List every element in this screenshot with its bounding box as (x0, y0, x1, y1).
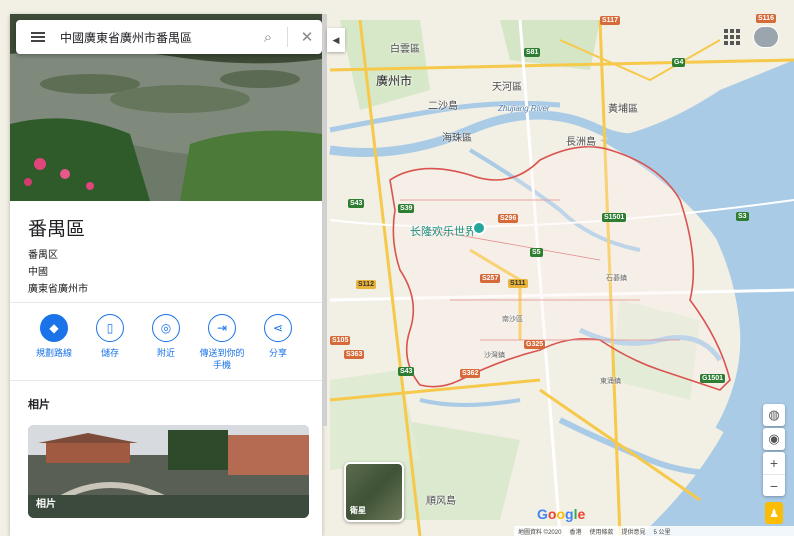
map-footer: 地圖資料 ©2020 香港 使用條款 提供意見 5 公里 (514, 526, 794, 536)
road-badge: S81 (524, 48, 541, 57)
zoom-in-button[interactable]: + (763, 452, 785, 474)
action-bar: ◆ 規劃路線 ▯ 儲存 ◎ 附近 ⇥ 傳送到你的 手機 ⋖ 分享 (10, 314, 322, 380)
region-link[interactable]: 香港 (569, 527, 581, 536)
send-to-phone-label: 傳送到你的 手機 (199, 348, 245, 370)
send-to-phone-button[interactable]: ⇥ 傳送到你的 手機 (192, 314, 252, 371)
apps-grid-icon[interactable] (721, 26, 741, 46)
nearby-icon: ◎ (152, 314, 180, 342)
map-label-tianhe: 天河區 (492, 82, 522, 93)
globe-icon[interactable]: ◍ (763, 404, 785, 426)
road-badge: S3 (736, 212, 749, 221)
road-badge: S111 (508, 279, 528, 288)
divider (10, 302, 322, 303)
road-badge: G325 (524, 340, 546, 349)
photo-card[interactable]: 相片 (28, 425, 309, 518)
road-badge: G4 (672, 58, 686, 67)
terms-link[interactable]: 使用條款 (589, 527, 613, 536)
map-label-huangpu: 黃埔區 (608, 104, 638, 115)
road-badge: S39 (398, 204, 415, 213)
satellite-toggle[interactable]: 衛星 (344, 462, 404, 522)
send-to-phone-icon: ⇥ (208, 314, 236, 342)
road-badge: S1501 (602, 213, 627, 222)
photos-heading: 相片 (28, 399, 50, 411)
road-badge: S362 (460, 369, 481, 378)
nearby-button[interactable]: ◎ 附近 (136, 314, 196, 359)
road-badge: S117 (600, 16, 620, 25)
road-badge: S363 (344, 350, 365, 359)
nearby-label: 附近 (156, 348, 175, 358)
road-badge: S116 (756, 14, 776, 23)
close-icon[interactable]: ✕ (292, 20, 322, 54)
satellite-label: 衛星 (350, 506, 366, 515)
map-label-changzhou: 長洲島 (566, 137, 596, 148)
share-button[interactable]: ⋖ 分享 (248, 314, 308, 359)
search-divider (287, 27, 288, 47)
map-label-ersha: 二沙島 (428, 101, 458, 112)
save-label: 儲存 (100, 348, 119, 358)
directions-button[interactable]: ◆ 規劃路線 (24, 314, 84, 359)
bookmark-icon: ▯ (96, 314, 124, 342)
map-label-baiyun: 白雲區 (390, 44, 420, 55)
poi-label[interactable]: 长隆欢乐世界 (410, 223, 476, 239)
map-label-haizhu: 海珠區 (442, 133, 472, 144)
search-input[interactable]: 中國廣東省廣州市番禺區 (60, 29, 253, 46)
map-label-city: 廣州市 (376, 74, 413, 88)
place-title: 番禺區 (28, 219, 86, 240)
road-badge: S43 (398, 367, 415, 376)
place-subtitle-2: 中國 (28, 267, 48, 278)
panel-scrollbar[interactable] (322, 14, 327, 426)
avatar[interactable] (753, 26, 779, 48)
zoom-out-button[interactable]: − (763, 474, 785, 496)
photo-card-label: 相片 (36, 499, 56, 510)
map-label-shiqi: 石碁鎮 (606, 275, 627, 282)
road-badge: S105 (330, 336, 351, 345)
map-label-shunfeng: 順风島 (426, 496, 456, 507)
pegman-icon[interactable]: ♟ (765, 502, 783, 524)
hero-photo[interactable]: 中國廣東省廣州市番禺區 ⌕ ✕ (10, 14, 322, 201)
feedback-link[interactable]: 提供意見 (621, 527, 645, 536)
map-label-dongchong: 東涌鎮 (600, 378, 621, 385)
my-location-icon[interactable]: ◉ (763, 428, 785, 450)
google-logo: Google (537, 506, 586, 522)
zoom-control: + − (763, 452, 785, 496)
place-subtitle-1: 番禺区 (28, 250, 58, 261)
place-panel: 中國廣東省廣州市番禺區 ⌕ ✕ 番禺區 番禺区 中國 廣東省廣州市 ◆ 規劃路線… (10, 14, 322, 536)
search-icon[interactable]: ⌕ (253, 20, 283, 54)
save-button[interactable]: ▯ 儲存 (80, 314, 140, 359)
directions-icon: ◆ (40, 314, 68, 342)
map-data-credit: 地圖資料 ©2020 (518, 529, 562, 536)
share-label: 分享 (268, 348, 287, 358)
place-subtitle-3: 廣東省廣州市 (28, 284, 88, 295)
map-label-river: Zhujiang River (498, 104, 550, 113)
road-badge: S112 (356, 280, 376, 289)
map-label-nansha: 南沙區 (502, 316, 523, 323)
share-icon: ⋖ (264, 314, 292, 342)
map-label-shawan: 沙灣鎮 (484, 352, 505, 359)
directions-label: 規劃路線 (35, 348, 72, 358)
collapse-panel-button[interactable]: ◀ (327, 28, 345, 52)
road-badge: S43 (348, 199, 365, 208)
menu-icon[interactable] (16, 20, 60, 54)
road-badge: S257 (480, 274, 501, 283)
road-badge: S296 (498, 214, 519, 223)
divider (10, 380, 322, 381)
scale-label[interactable]: 5 公里 (653, 527, 670, 536)
road-badge: S5 (530, 248, 543, 257)
search-box: 中國廣東省廣州市番禺區 ⌕ ✕ (16, 20, 322, 54)
road-badge: G1501 (700, 374, 726, 383)
amusement-park-pin-icon[interactable] (472, 221, 486, 235)
